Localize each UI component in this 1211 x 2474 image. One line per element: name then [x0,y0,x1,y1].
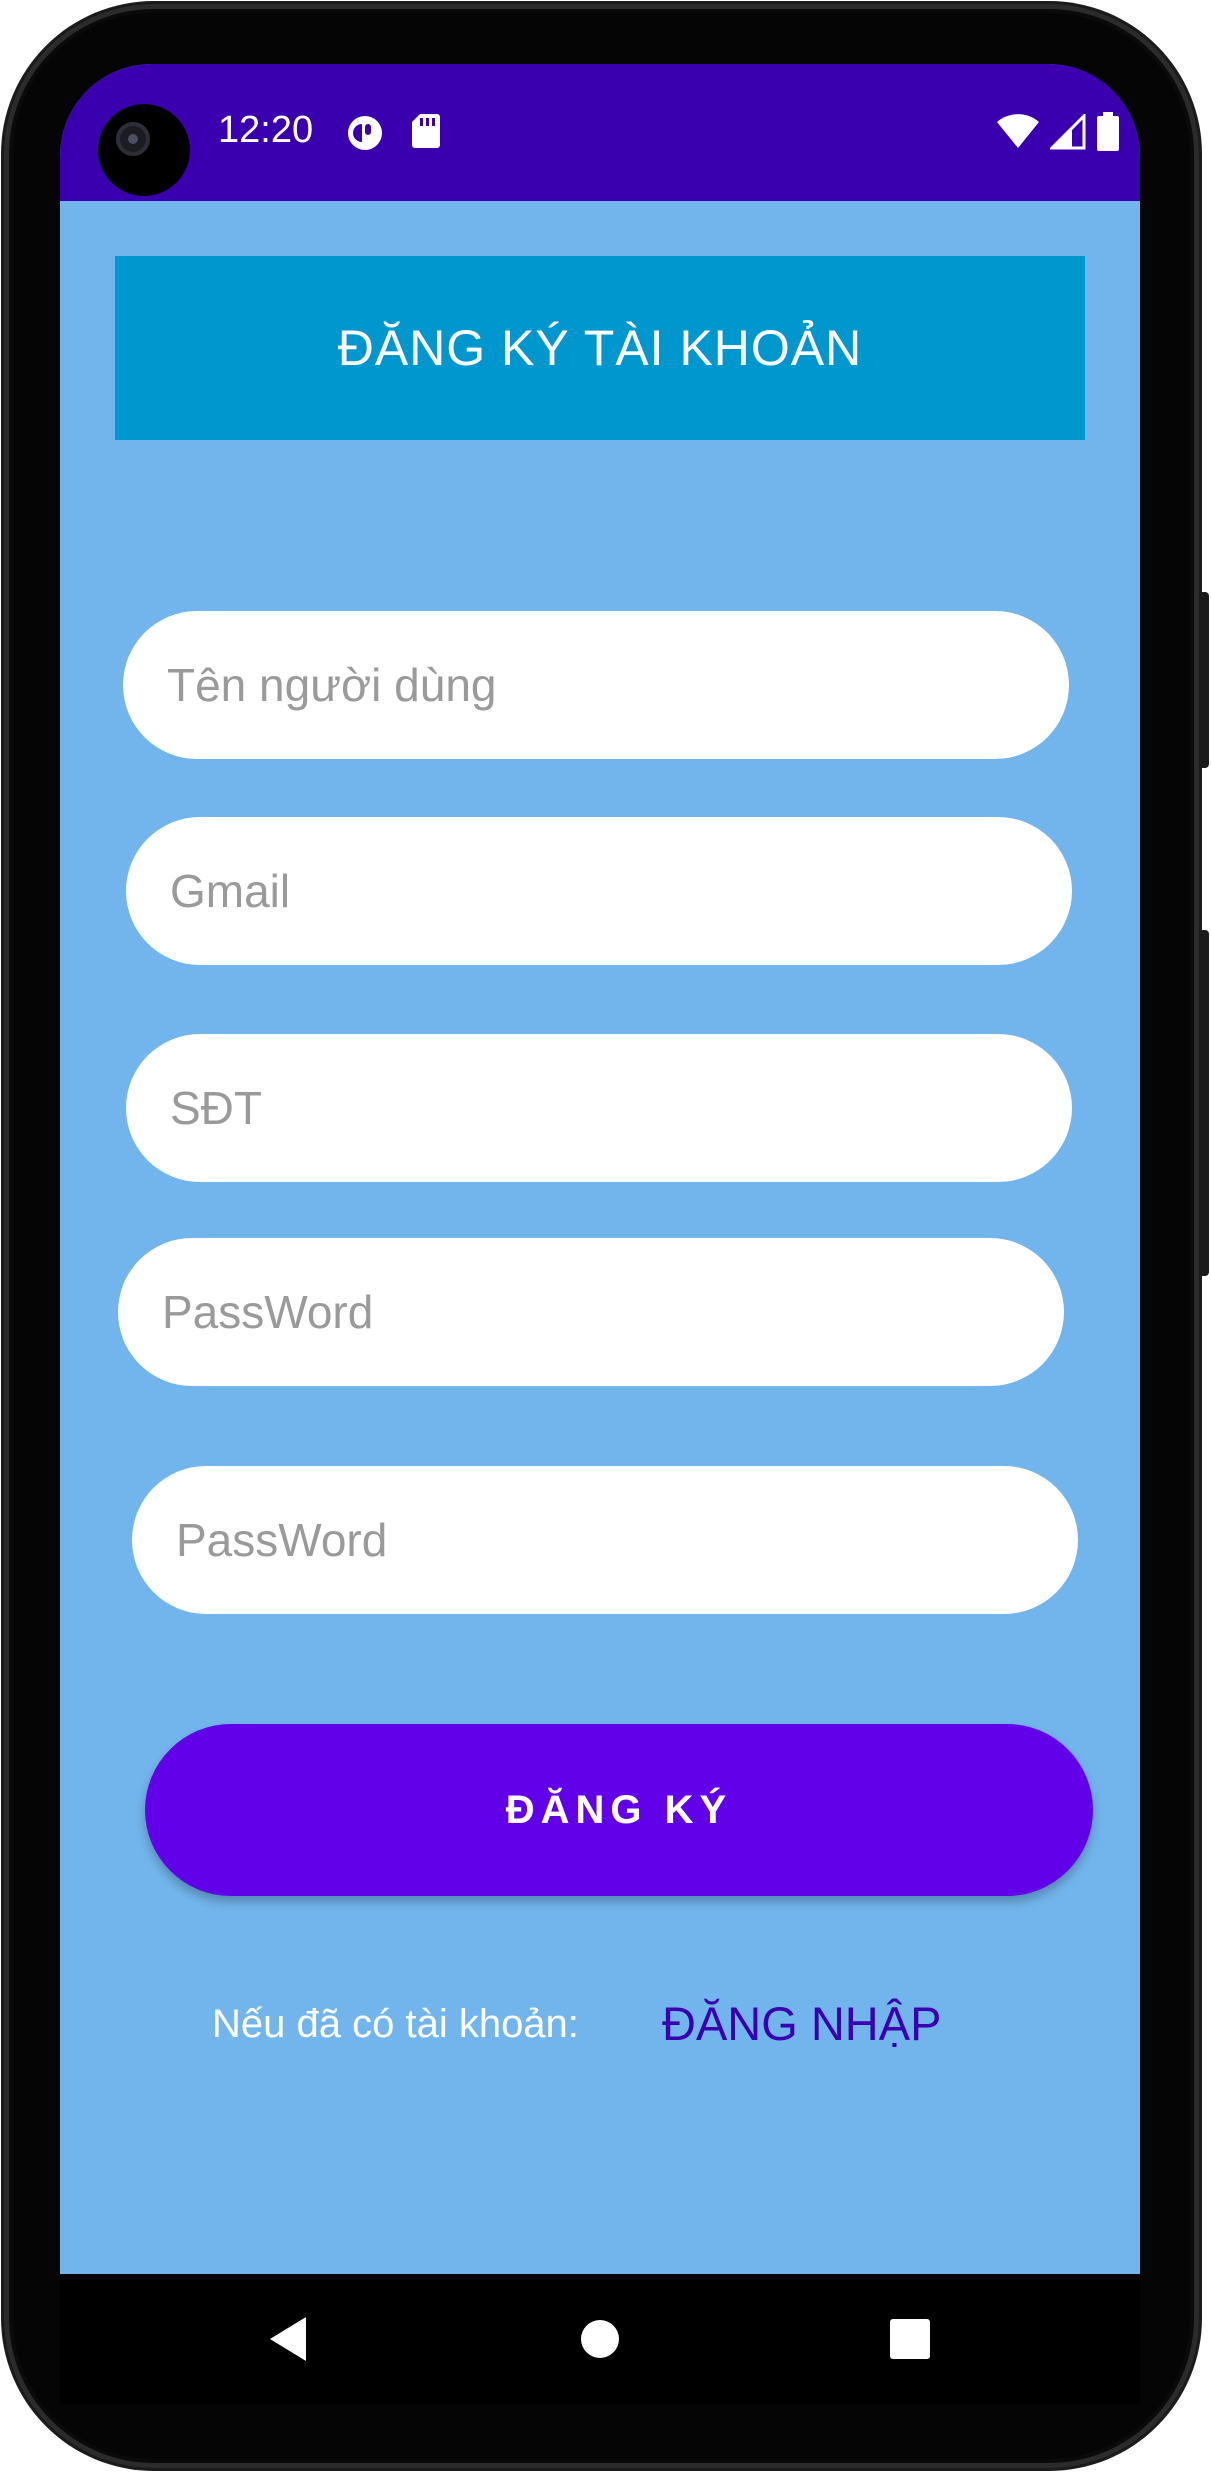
navigation-bar [60,2274,1140,2404]
password-input[interactable] [160,1284,1064,1340]
front-camera [98,104,190,196]
username-field[interactable] [123,611,1069,759]
device-frame: 12:20 ĐĂNG KÝ TÀI KHOẢN Tên người dùng G… [0,0,1211,2474]
recents-button[interactable] [878,2307,942,2371]
confirm-password-input[interactable] [174,1512,1078,1568]
home-icon [581,2320,619,2358]
status-time: 12:20 [218,109,314,151]
gmail-input[interactable] [168,863,1072,919]
battery-icon [1097,112,1119,151]
confirm-password-field[interactable] [132,1466,1078,1614]
username-input[interactable] [165,657,1069,713]
gmail-field[interactable] [126,817,1072,965]
sd-card-icon [412,114,440,148]
status-bar: 12:20 [60,64,1140,201]
app-screen: 12:20 ĐĂNG KÝ TÀI KHOẢN Tên người dùng G… [60,64,1140,2274]
status-icons [996,112,1120,152]
back-button[interactable] [256,2307,320,2371]
wifi-icon [997,114,1039,148]
register-button[interactable]: ĐĂNG KÝ [145,1724,1093,1896]
login-prompt: Nếu đã có tài khoản: [212,2002,579,2046]
volume-button [1199,930,1209,1276]
phone-field[interactable] [126,1034,1072,1182]
login-link[interactable]: ĐĂNG NHẬP [662,1994,941,2054]
back-icon [270,2317,306,2361]
home-button[interactable] [568,2307,632,2371]
header-banner: ĐĂNG KÝ TÀI KHOẢN [115,256,1085,440]
power-button [1199,592,1209,768]
recents-icon [890,2319,930,2359]
notification-app-icon [348,116,382,150]
phone-input[interactable] [168,1080,1072,1136]
page-title: ĐĂNG KÝ TÀI KHOẢN [337,320,863,376]
password-field[interactable] [118,1238,1064,1386]
cell-signal-icon [1050,114,1086,150]
